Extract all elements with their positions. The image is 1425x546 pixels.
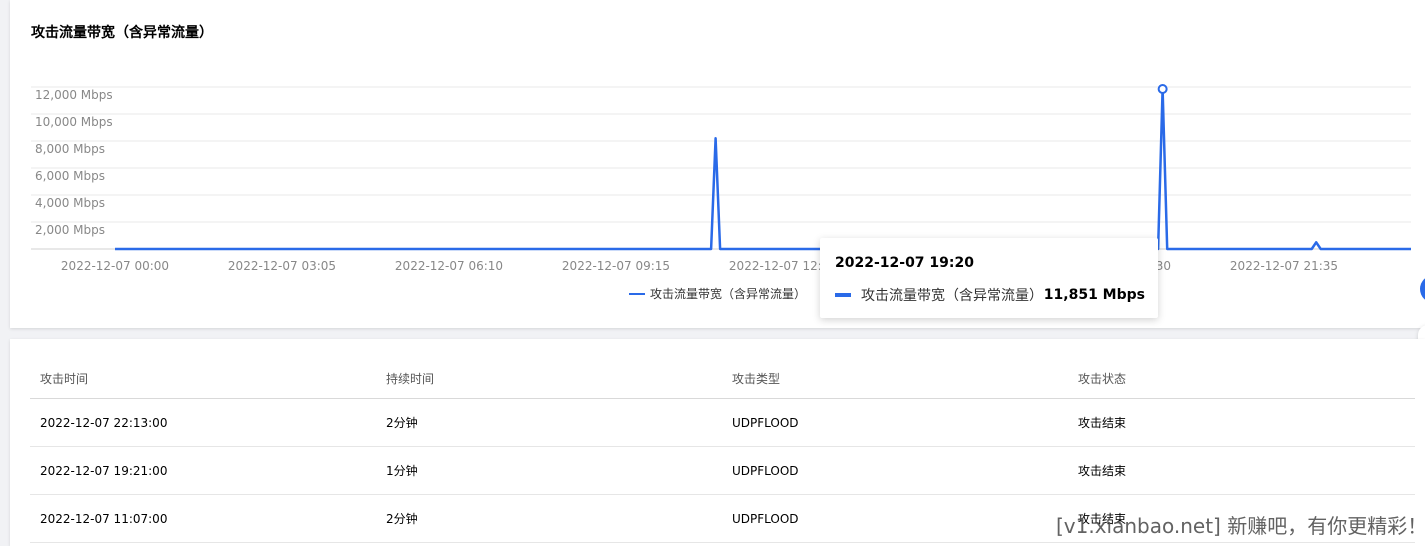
chart-legend[interactable]: 攻击流量带宽（含异常流量） — [629, 285, 806, 302]
x-tick-label: 2022-12-07 21:35 — [1230, 259, 1338, 273]
legend-label: 攻击流量带宽（含异常流量） — [650, 287, 807, 301]
hover-point[interactable] — [1157, 84, 1168, 95]
cell-duration: 2分钟 — [376, 398, 722, 447]
cell-attack-status: 攻击结束 — [1068, 446, 1415, 495]
bandwidth-chart-panel: 攻击流量带宽（含异常流量） 12,000 Mbps 10,000 Mbps 8,00… — [10, 0, 1425, 328]
header-duration[interactable]: 持续时间 — [376, 359, 722, 399]
bandwidth-line-chart[interactable]: 12,000 Mbps 10,000 Mbps 8,000 Mbps 6,000 Mb… — [10, 0, 1425, 328]
tooltip-value: 11,851 Mbps — [1043, 287, 1145, 303]
cell-duration: 1分钟 — [376, 446, 722, 495]
cell-attack-type: UDPFLOOD — [722, 494, 1068, 543]
tooltip-swatch — [835, 293, 851, 297]
cell-attack-time: 2022-12-07 22:13:00 — [30, 398, 376, 447]
cell-duration: 2分钟 — [376, 494, 722, 543]
watermark: [v1.xianbao.net] 新赚吧，有你更精彩！ — [1056, 514, 1425, 538]
series-line — [115, 87, 1411, 251]
legend-swatch — [629, 292, 645, 295]
table-row[interactable]: 2022-12-07 22:13:00 2分钟 UDPFLOOD 攻击结束 — [30, 398, 1415, 447]
table-header-row: 攻击时间 持续时间 攻击类型 攻击状态 — [30, 359, 1415, 399]
tooltip-time: 2022-12-07 19:20 — [835, 255, 974, 271]
x-tick-label: 2022-12-07 06:10 — [395, 259, 503, 273]
header-attack-status[interactable]: 攻击状态 — [1068, 359, 1415, 399]
y-tick-label: 6,000 Mbps — [35, 169, 105, 183]
y-tick-label: 4,000 Mbps — [35, 196, 105, 210]
header-attack-time[interactable]: 攻击时间 — [30, 359, 376, 399]
y-tick-label: 12,000 Mbps — [35, 88, 113, 102]
cell-attack-type: UDPFLOOD — [722, 446, 1068, 495]
tooltip-row: 攻击流量带宽（含异常流量） 11,851 Mbps — [835, 285, 1145, 305]
tooltip-series-name: 攻击流量带宽（含异常流量） — [861, 288, 1043, 304]
x-tick-label: 2022-12-07 00:00 — [61, 259, 169, 273]
cell-attack-type: UDPFLOOD — [722, 398, 1068, 447]
header-attack-type[interactable]: 攻击类型 — [722, 359, 1068, 399]
y-tick-label: 8,000 Mbps — [35, 142, 105, 156]
x-tick-label: 2022-12-07 09:15 — [562, 259, 670, 273]
y-tick-label: 10,000 Mbps — [35, 115, 113, 129]
y-tick-label: 2,000 Mbps — [35, 223, 105, 237]
chart-tooltip: 2022-12-07 19:20 攻击流量带宽（含异常流量） 11,851 Mb… — [820, 238, 1158, 318]
x-tick-label: 2022-12-07 03:05 — [228, 259, 336, 273]
cell-attack-time: 2022-12-07 19:21:00 — [30, 446, 376, 495]
cell-attack-status: 攻击结束 — [1068, 398, 1415, 447]
cell-attack-time: 2022-12-07 11:07:00 — [30, 494, 376, 543]
table-row[interactable]: 2022-12-07 19:21:00 1分钟 UDPFLOOD 攻击结束 — [30, 446, 1415, 495]
